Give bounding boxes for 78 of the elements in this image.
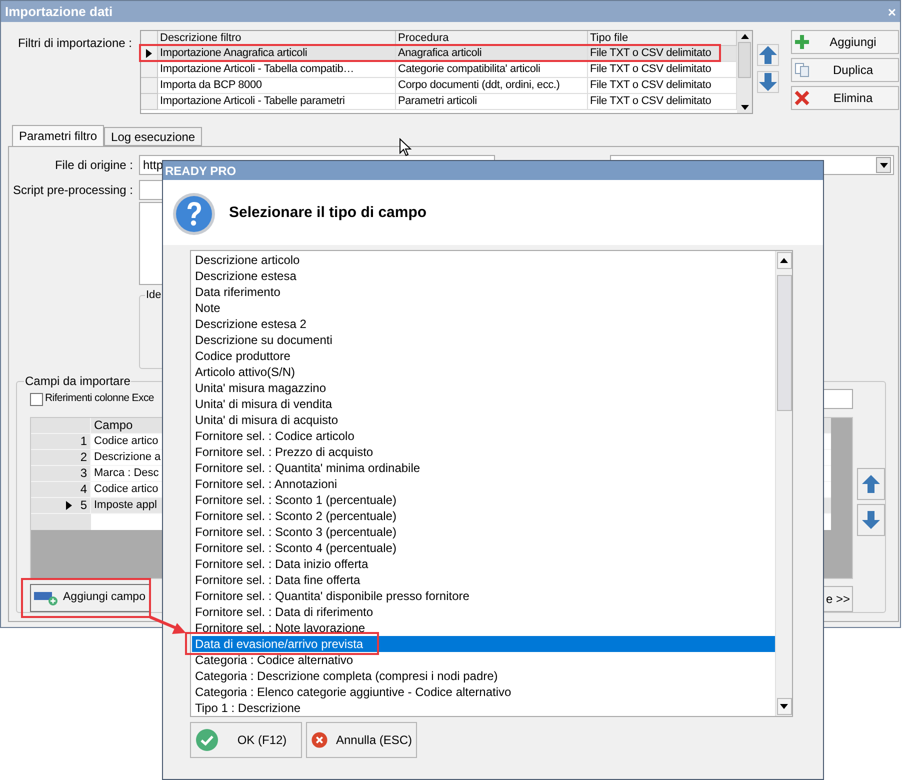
table-cell: Importazione Articoli - Tabelle parametri [158,94,396,110]
window-title: Importazione dati [5,2,113,21]
scroll-thumb[interactable] [776,275,792,411]
scrollbar[interactable] [775,251,792,716]
scroll-down-button[interactable] [776,698,792,715]
filter-row[interactable]: Importazione Articoli - Tabella compatib… Categorie compatibilita' articoli File TXT o CSV delimitato [141,62,737,78]
scrollbar[interactable] [737,31,752,113]
add-button[interactable]: Aggiungi [791,30,899,54]
row-number: 5 [80,498,87,513]
row-number: 3 [80,466,87,481]
scroll-up-icon[interactable] [740,34,748,39]
list-item[interactable]: Fornitore sel. : Sconto 4 (percentuale) [192,540,775,556]
scroll-thumb[interactable] [738,42,751,78]
dialog-heading: Selezionare il tipo di campo [229,204,427,222]
tab[interactable]: Parametri filtro [12,125,104,146]
caret-icon[interactable] [880,162,888,168]
list-item[interactable]: Data di evasione/arrivo prevista [192,636,775,652]
question-icon [172,192,216,236]
filters-label: Filtri di importazione : [18,36,132,50]
list-item[interactable]: Descrizione su documenti [192,332,775,348]
checkbox-label: Riferimenti colonne Exce [45,391,154,406]
checkbox[interactable] [30,392,43,406]
list-item[interactable]: Categoria : Codice alternativo [192,652,775,668]
group-title: Campi da importare [24,374,132,388]
scroll-down-icon[interactable] [740,105,748,110]
list-item[interactable]: Articolo attivo(S/N) [192,364,775,380]
list-item[interactable]: Fornitore sel. : Data inizio offerta [192,556,775,572]
duplicate-button[interactable]: Duplica [791,58,899,82]
dialog-title: READY PRO [165,162,236,180]
move-down-button[interactable] [757,71,779,93]
list-item[interactable]: Descrizione estesa 2 [192,316,775,332]
list-item[interactable]: Fornitore sel. : Data di riferimento [192,604,775,620]
row-pointer-icon [66,501,72,510]
arrow-down-icon [861,510,881,530]
close-icon [794,90,810,106]
row-number: 4 [80,482,87,497]
list-item[interactable]: Codice produttore [192,348,775,364]
arrow-up-icon [861,474,881,494]
list-item[interactable]: Data riferimento [192,284,775,300]
cancel-button[interactable]: Annulla (ESC) [306,722,417,758]
add-field-button[interactable]: Aggiungi campo [30,584,150,612]
list-item[interactable]: Descrizione estesa [192,268,775,284]
move-down-button[interactable] [857,504,885,536]
ok-button[interactable]: OK (F12) [190,722,302,758]
caret-down-icon[interactable] [780,704,788,709]
arrow-up-icon [758,45,778,65]
add-field-icon [34,590,58,606]
list-item[interactable]: Tipo 1 : Descrizione [192,700,775,716]
list-item[interactable]: Categoria : Descrizione completa (compresi i nodi padre) [192,668,775,684]
dropdown-button[interactable] [876,157,891,173]
row-pointer-icon [146,49,152,58]
check-icon [195,728,219,752]
copy-icon [794,62,810,78]
list-item[interactable]: Unita' misura magazzino [192,380,775,396]
scroll-up-button[interactable] [776,252,792,269]
list-item[interactable]: Fornitore sel. : Sconto 3 (percentuale) [192,524,775,540]
list-item[interactable]: Categoria : Elenco categorie aggiuntive - Codice alternativo [192,684,775,700]
arrow-down-icon [758,72,778,92]
caret-up-icon[interactable] [780,258,788,263]
filter-row[interactable]: Importazione Articoli - Tabelle parametri Parametri articoli File TXT o CSV delimitato [141,94,737,110]
list-item[interactable]: Fornitore sel. : Note lavorazione [192,620,775,636]
row-number: 1 [80,434,87,449]
list-item[interactable]: Fornitore sel. : Quantita' disponibile presso fornitore [192,588,775,604]
list-item[interactable]: Note [192,300,775,316]
tab[interactable]: Log esecuzione [104,127,202,146]
row-number: 2 [80,450,87,465]
filter-row[interactable]: Importa da BCP 8000 Corpo documenti (ddt, ordini, ecc.) File TXT o CSV delimitato [141,78,737,94]
list-item[interactable]: Unita' di misura di vendita [192,396,775,412]
move-up-button[interactable] [857,468,885,500]
plus-icon [794,34,810,50]
move-up-button[interactable] [757,44,779,66]
field-label: File di origine : [54,158,133,172]
list-item[interactable]: Descrizione articolo [192,252,775,268]
table-cell: File TXT o CSV delimitato [588,94,737,110]
table-cell: Parametri articoli [396,94,588,110]
delete-button[interactable]: Elimina [791,86,899,110]
field-label: Script pre-processing : [12,183,133,197]
list-item[interactable]: Fornitore sel. : Data fine offerta [192,572,775,588]
